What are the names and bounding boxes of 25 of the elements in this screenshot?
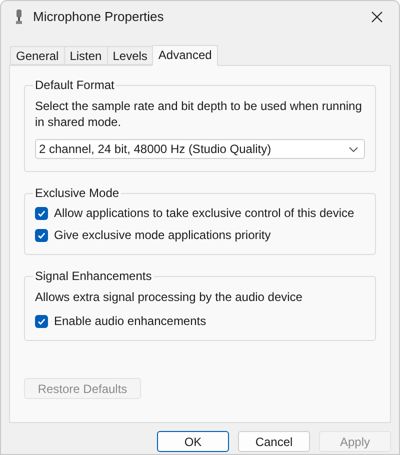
group-title: Default Format bbox=[34, 77, 116, 94]
tab[interactable]: Listen bbox=[64, 46, 108, 65]
checkmark-icon bbox=[37, 230, 46, 240]
checkbox-label: Allow applications to take exclusive control of this device bbox=[54, 205, 354, 222]
dialog-button[interactable]: OK bbox=[157, 431, 229, 452]
checkbox-label: Enable audio enhancements bbox=[54, 313, 206, 330]
checkmark-icon bbox=[37, 316, 46, 326]
group-title: Signal Enhancements bbox=[34, 268, 153, 285]
chevron-down-icon bbox=[349, 146, 358, 152]
checkbox[interactable] bbox=[35, 228, 48, 242]
checkbox[interactable] bbox=[35, 314, 48, 328]
group-title: Exclusive Mode bbox=[34, 185, 120, 202]
checkbox-label: Give exclusive mode applications priority bbox=[54, 227, 271, 244]
window-title: Microphone Properties bbox=[33, 8, 164, 26]
description: Allows extra signal processing by the audio device bbox=[35, 289, 304, 306]
format-dropdown[interactable]: 2 channel, 24 bit, 48000 Hz (Studio Quality) bbox=[35, 139, 365, 159]
microphone-icon bbox=[15, 9, 23, 25]
dialog-button[interactable]: Cancel bbox=[238, 431, 310, 452]
close-icon bbox=[371, 11, 383, 23]
tab[interactable]: General bbox=[10, 46, 65, 65]
checkmark-icon bbox=[37, 208, 46, 218]
tab[interactable]: Advanced bbox=[152, 45, 218, 66]
tab[interactable]: Levels bbox=[106, 46, 154, 65]
description: Select the sample rate and bit depth to be used when running in shared mode. bbox=[35, 98, 363, 130]
checkbox[interactable] bbox=[35, 206, 48, 220]
